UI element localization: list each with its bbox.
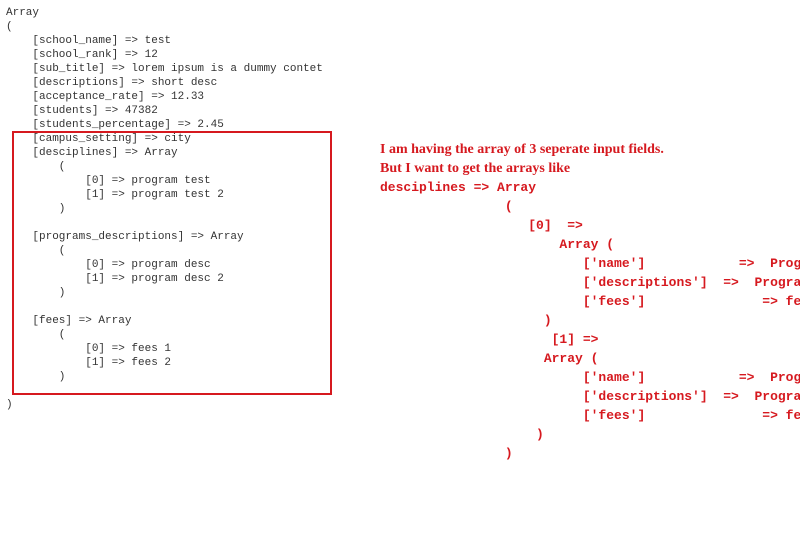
desired-arr1-fees: ['fees'] => fees 2 <box>380 408 800 423</box>
desired-idx1: [1] => <box>380 332 598 347</box>
annotation-text: I am having the array of 3 seperate inpu… <box>380 140 800 463</box>
desired-arr0-close: ) <box>380 313 552 328</box>
annotation-line1: I am having the array of 3 seperate inpu… <box>380 142 664 157</box>
desired-arr1-close: ) <box>380 427 544 442</box>
desired-arr0-open: Array ( <box>380 237 614 252</box>
highlight-box <box>12 131 332 395</box>
annotation-line2: But I want to get the arrays like <box>380 161 570 176</box>
desired-structure-close: ) <box>380 446 513 461</box>
desired-idx0: [0] => <box>380 218 583 233</box>
desired-arr0-name: ['name'] => Program Test <box>380 256 800 271</box>
desired-structure-header: desciplines => Array <box>380 180 536 195</box>
desired-structure-open: ( <box>380 199 513 214</box>
desired-arr1-name: ['name'] => Program Test 2 <box>380 370 800 385</box>
desired-arr1-open: Array ( <box>380 351 598 366</box>
desired-arr0-desc: ['descriptions'] => Program Desc <box>380 275 800 290</box>
desired-arr0-fees: ['fees'] => fees 1 <box>380 294 800 309</box>
desired-arr1-desc: ['descriptions'] => Program Desc 2 <box>380 389 800 404</box>
